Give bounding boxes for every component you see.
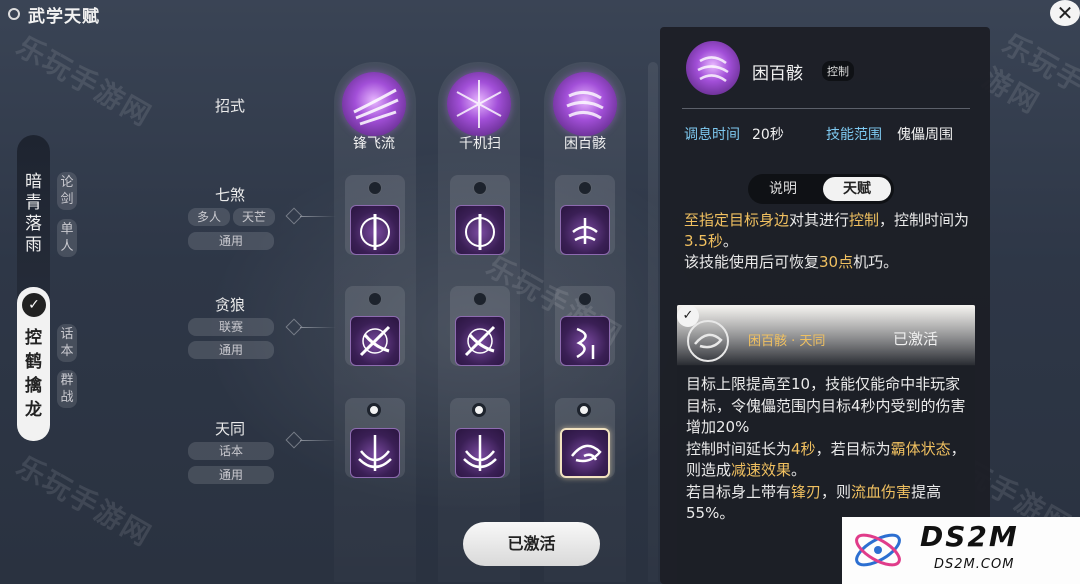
school-tab-label: 控鹤擒龙 bbox=[25, 328, 42, 420]
stat-value: 傀儡周围 bbox=[897, 127, 953, 143]
activated-button[interactable]: 已激活 bbox=[463, 522, 600, 566]
divider bbox=[682, 108, 970, 109]
talent-radio-selected[interactable] bbox=[367, 403, 381, 417]
talent-radio[interactable] bbox=[368, 292, 382, 306]
skill-name: 困百骸 bbox=[564, 136, 606, 152]
row-tag: 多人 bbox=[188, 208, 230, 226]
logo-url: DS2M.COM bbox=[934, 557, 1015, 572]
school-tab-anqingluoyu[interactable]: 暗青落雨 bbox=[17, 172, 50, 256]
talent-qisha-qianjisao-icon[interactable] bbox=[455, 205, 505, 255]
talent-tiantong-qianjisao-icon[interactable] bbox=[455, 428, 505, 478]
close-icon: ✕ bbox=[1056, 1, 1074, 25]
talent-tiantong-kunbaihai-icon[interactable] bbox=[560, 428, 610, 478]
check-icon: ✓ bbox=[22, 293, 46, 317]
skill-description: 至指定目标身边对其进行控制，控制时间为3.5秒。 该技能使用后可恢复30点机巧。 bbox=[684, 211, 970, 271]
row-label-tiantong: 天同 bbox=[214, 420, 245, 438]
stat-value: 20秒 bbox=[752, 127, 784, 143]
row-tag: 联赛 bbox=[188, 318, 274, 336]
talent-radio[interactable] bbox=[578, 292, 592, 306]
talent-description: 目标上限提高至10，技能仅能命中非玩家目标，令傀儡范围内目标4秒内受到的伤害增加… bbox=[686, 375, 966, 522]
row-tag: 通用 bbox=[188, 232, 274, 250]
talent-radio-selected[interactable] bbox=[577, 403, 591, 417]
school-tag: 论剑 bbox=[57, 172, 77, 210]
close-button[interactable]: ✕ bbox=[1050, 0, 1080, 26]
row-tag: 天芒 bbox=[233, 208, 275, 226]
talent-radio[interactable] bbox=[368, 181, 382, 195]
talent-qisha-kunbaihai-icon[interactable] bbox=[560, 205, 610, 255]
talent-status: 已激活 bbox=[893, 330, 939, 348]
tab-talent[interactable]: 天赋 bbox=[823, 177, 891, 201]
skill-name: 千机扫 bbox=[459, 136, 501, 152]
row-header-label: 招式 bbox=[214, 97, 245, 115]
talent-tanlang-fengfeiliu-icon[interactable] bbox=[350, 316, 400, 366]
talent-qisha-fengfeiliu-icon[interactable] bbox=[350, 205, 400, 255]
talent-tanlang-kunbaihai-icon[interactable] bbox=[560, 316, 610, 366]
row-connector-line bbox=[300, 440, 336, 441]
school-tag: 群战 bbox=[57, 370, 77, 408]
stat-label: 技能范围 bbox=[826, 127, 882, 143]
skill-fengfeiliu-icon[interactable] bbox=[342, 72, 406, 136]
tab-description[interactable]: 说明 bbox=[752, 177, 814, 201]
school-tag: 话本 bbox=[57, 324, 77, 362]
skill-kunbaihai-icon[interactable] bbox=[553, 72, 617, 136]
row-label-qisha: 七煞 bbox=[214, 186, 245, 204]
talent-tiantong-icon bbox=[685, 318, 731, 364]
talent-title: 困百骸 · 天同 bbox=[748, 334, 826, 349]
skill-kunbaihai-detail-icon bbox=[686, 41, 740, 95]
page-title: 武学天赋 bbox=[28, 6, 100, 27]
school-tag: 单人 bbox=[57, 219, 77, 257]
talent-tanlang-qianjisao-icon[interactable] bbox=[455, 316, 505, 366]
logo-text: DS2M bbox=[920, 520, 1019, 553]
talent-radio[interactable] bbox=[578, 181, 592, 195]
row-tag: 通用 bbox=[188, 341, 274, 359]
talent-radio[interactable] bbox=[473, 292, 487, 306]
talent-tiantong-fengfeiliu-icon[interactable] bbox=[350, 428, 400, 478]
header: 武学天赋 bbox=[0, 0, 100, 28]
logo-mark-icon bbox=[850, 522, 906, 578]
skill-detail-name: 困百骸 bbox=[752, 64, 803, 84]
skill-name: 锋飞流 bbox=[353, 136, 395, 152]
row-tag: 通用 bbox=[188, 466, 274, 484]
row-tag: 话本 bbox=[188, 442, 274, 460]
talent-radio-selected[interactable] bbox=[472, 403, 486, 417]
skill-column-partial bbox=[648, 62, 658, 582]
row-connector-line bbox=[300, 327, 336, 328]
stat-label: 调息时间 bbox=[684, 127, 740, 143]
row-label-tanlang: 贪狼 bbox=[214, 296, 245, 314]
skill-qianjisao-icon[interactable] bbox=[447, 72, 511, 136]
talent-radio[interactable] bbox=[473, 181, 487, 195]
martial-icon bbox=[8, 8, 20, 20]
skill-type-badge: 控制 bbox=[822, 61, 854, 81]
row-connector-line bbox=[300, 216, 336, 217]
